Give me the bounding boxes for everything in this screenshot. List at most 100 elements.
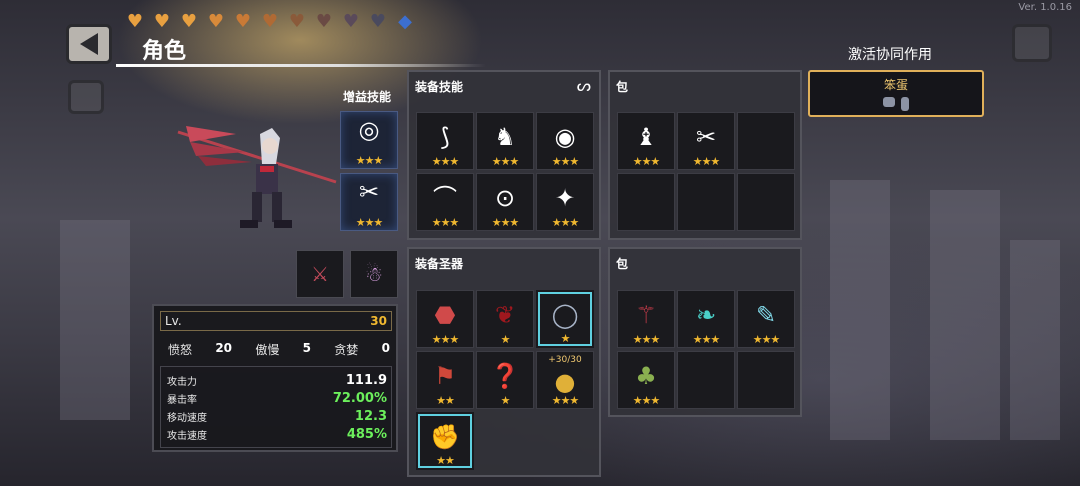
relic-slot[interactable]: +30/30 ● ★★★: [536, 351, 594, 409]
buff-skill-icon: ◎: [358, 116, 380, 144]
empty-slot[interactable]: [677, 351, 735, 409]
heart-icon: ♥: [153, 11, 171, 32]
relic-icon: ♣: [635, 362, 657, 390]
diamond-icon: ◆: [398, 11, 412, 32]
star-rating: ★★★: [632, 394, 661, 407]
attribute-value: 485%: [346, 427, 387, 442]
star-rating: ★★★: [551, 155, 580, 168]
version-label: Ver. 1.0.16: [1018, 2, 1072, 13]
relic-icon: ✎: [755, 301, 777, 329]
empty-slot[interactable]: [737, 173, 795, 231]
relics-panel-title: 装备圣器: [415, 257, 464, 271]
bag-relic-slot[interactable]: ♣ ★★★: [617, 351, 675, 409]
character-sprite: [176, 112, 346, 236]
star-rating: ★★★: [692, 333, 721, 346]
buff-skill-slot[interactable]: ◎ ★★★: [340, 111, 398, 169]
relic-slot-highlighted[interactable]: ◯ ★: [536, 290, 594, 348]
relic-slot[interactable]: ❓ ★: [476, 351, 534, 409]
synergy-item-icon: [883, 97, 895, 107]
relic-counter-badge: +30/30: [548, 355, 582, 365]
skill-slot[interactable]: ⟆ ★★★: [416, 112, 474, 170]
synergy-name: 笨蛋: [883, 78, 908, 92]
relic-slot[interactable]: ⬣ ★★★: [416, 290, 474, 348]
attribute-row: 攻击速度 485%: [167, 427, 387, 442]
star-rating: ★★★: [551, 216, 580, 229]
bag-skill-slot[interactable]: ✂ ★★★: [677, 112, 735, 170]
equipped-companion-slot[interactable]: ☃: [350, 250, 398, 298]
bag-relic-slot[interactable]: ⚚ ★★★: [617, 290, 675, 348]
sin-value: 0: [381, 341, 390, 355]
relic-slot[interactable]: ❦ ★: [476, 290, 534, 348]
bg-ruin: [930, 190, 1000, 440]
buff-skill-slot[interactable]: ✂ ★★★: [340, 173, 398, 231]
skill-slot[interactable]: ♞ ★★★: [476, 112, 534, 170]
relic-icon: ✊: [430, 423, 460, 451]
sin-value: 5: [302, 341, 311, 355]
heart-icon: ♥: [369, 11, 387, 32]
relic-slot-highlighted[interactable]: ✊ ★★: [416, 412, 474, 470]
skill-icon: ⌒: [433, 184, 457, 212]
attributes-box: 攻击力 111.9 暴击率 72.00% 移动速度 12.3 攻击速度 485%: [160, 366, 392, 448]
skill-bag-title: 包: [616, 80, 629, 94]
attribute-row: 暴击率 72.00%: [167, 391, 387, 406]
star-rating: ★★★: [752, 333, 781, 346]
empty-slot[interactable]: [737, 112, 795, 170]
attribute-label: 暴击率: [167, 395, 197, 406]
skill-slot[interactable]: ◉ ★★★: [536, 112, 594, 170]
relic-bag-panel: 包 ⚚ ★★★ ❧ ★★★ ✎ ★★★ ♣ ★★★: [608, 247, 802, 417]
heart-icon: ♥: [207, 11, 225, 32]
star-rating: ★: [560, 332, 571, 345]
relic-icon: ❦: [494, 301, 516, 329]
buff-skills-label: 增益技能: [343, 90, 392, 104]
sin-label: 愤怒: [168, 343, 193, 357]
star-rating: ★★★: [431, 155, 460, 168]
star-rating: ★★★: [431, 333, 460, 346]
heart-icon: ♥: [315, 11, 333, 32]
sin-value: 20: [215, 341, 233, 355]
star-rating: ★★★: [355, 154, 384, 167]
faded-pause-button: [1012, 24, 1052, 62]
attribute-value: 111.9: [345, 373, 387, 388]
star-rating: ★: [500, 394, 511, 407]
attribute-row: 移动速度 12.3: [167, 409, 387, 424]
bag-relic-slot[interactable]: ❧ ★★★: [677, 290, 735, 348]
skill-icon: ⟆: [440, 123, 450, 151]
bag-relic-slot[interactable]: ✎ ★★★: [737, 290, 795, 348]
sin-label: 傲慢: [255, 343, 280, 357]
skill-icon: ♝: [635, 123, 657, 151]
skill-slot[interactable]: ⊙ ★★★: [476, 173, 534, 231]
empty-slot[interactable]: [617, 173, 675, 231]
empty-slot[interactable]: [677, 173, 735, 231]
heart-icon: ♥: [126, 11, 144, 32]
relic-bag-title: 包: [616, 257, 629, 271]
skill-icon: ◉: [554, 123, 576, 151]
back-arrow-icon: [80, 33, 98, 55]
attribute-label: 移动速度: [167, 413, 207, 424]
star-rating: ★★★: [355, 216, 384, 229]
back-button[interactable]: [66, 24, 112, 64]
attribute-value: 12.3: [354, 409, 387, 424]
heart-icon: ♥: [180, 11, 198, 32]
bag-skill-slot[interactable]: ♝ ★★★: [617, 112, 675, 170]
star-rating: ★★★: [491, 216, 520, 229]
link-icon[interactable]: ᔕ: [577, 76, 591, 95]
relic-icon: ⬣: [434, 301, 456, 329]
synergy-item-icon: [901, 97, 909, 111]
heart-icon: ♥: [288, 11, 306, 32]
relic-slot[interactable]: ⚑ ★★: [416, 351, 474, 409]
skill-slot[interactable]: ✦ ★★★: [536, 173, 594, 231]
skill-icon: ⊙: [494, 184, 516, 212]
weapon-icon: ⚔: [311, 262, 329, 286]
star-rating: ★★★: [551, 394, 580, 407]
skill-slot[interactable]: ⌒ ★★★: [416, 173, 474, 231]
star-rating: ★★★: [632, 155, 661, 168]
star-rating: ★: [500, 333, 511, 346]
star-rating: ★★★: [491, 155, 520, 168]
level-label: Lv.: [165, 314, 182, 328]
hearts-bar: ♥ ♥ ♥ ♥ ♥ ♥ ♥ ♥ ♥ ♥ ◆: [124, 11, 416, 32]
empty-slot[interactable]: [737, 351, 795, 409]
page-title: 角色: [142, 39, 187, 64]
equipped-weapon-slot[interactable]: ⚔: [296, 250, 344, 298]
synergy-card[interactable]: 笨蛋: [808, 70, 984, 117]
bg-ruin: [1010, 240, 1060, 440]
